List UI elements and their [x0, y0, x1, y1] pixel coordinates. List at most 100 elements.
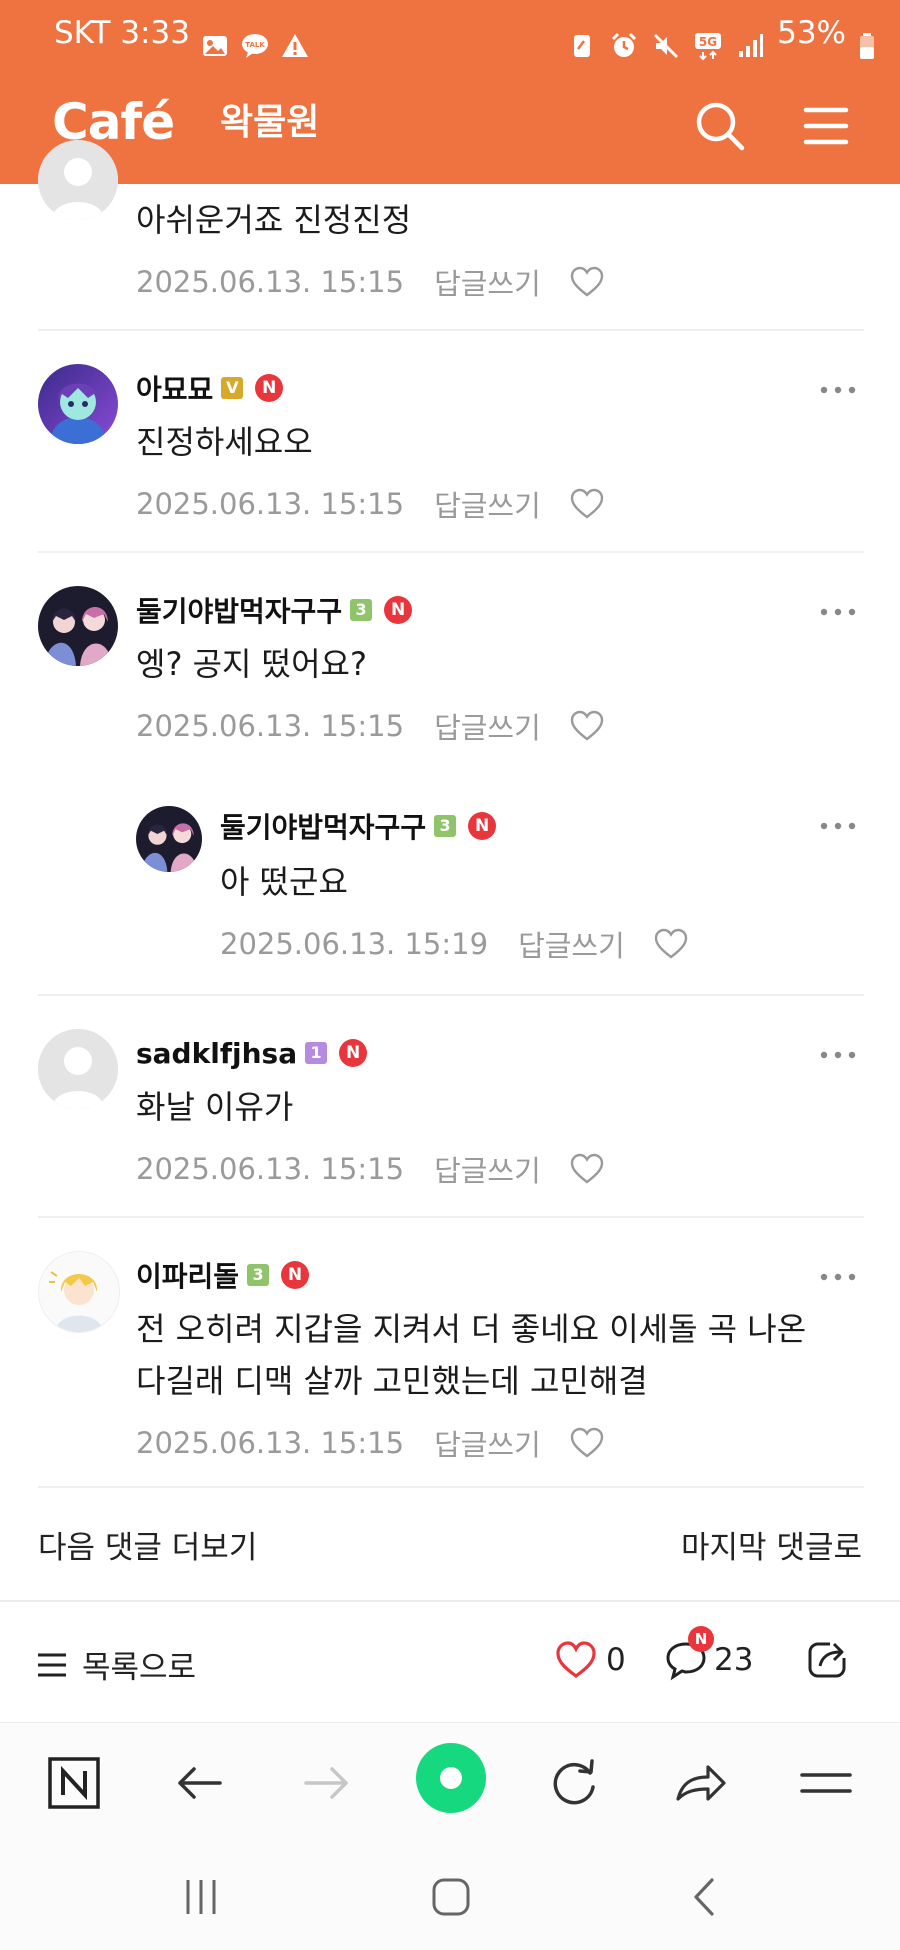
last-comment-button[interactable]: 마지막 댓글로 — [681, 1522, 862, 1567]
comment-text: 진정하세요오 — [136, 423, 313, 461]
share-button[interactable] — [670, 1753, 730, 1813]
search-icon — [696, 102, 745, 151]
level-badge: 3 — [434, 815, 457, 837]
green-dot-button[interactable] — [416, 1743, 486, 1813]
like-button[interactable] — [569, 486, 605, 522]
home-button[interactable] — [426, 1872, 476, 1922]
default-avatar-icon — [38, 140, 118, 220]
reply-button[interactable]: 답글쓰기 — [434, 1148, 541, 1190]
new-badge: N — [468, 812, 497, 840]
nickname[interactable]: 둘기야밥먹자구구 — [220, 806, 426, 846]
like-button[interactable] — [569, 264, 605, 300]
comment-header: 둘기야밥먹자구구 3 N — [136, 590, 413, 630]
5g-icon: 5G — [693, 18, 723, 61]
reply-button[interactable]: 답글쓰기 — [434, 261, 541, 303]
level-badge: V — [221, 377, 244, 399]
anime-avatar-icon — [38, 364, 118, 444]
browser-toolbar — [0, 1722, 900, 1843]
more-options-button[interactable] — [818, 816, 858, 836]
status-bar: SKT 3:33 TALK 5G 53% — [0, 0, 900, 66]
comment-meta: 2025.06.13. 15:15 답글쓰기 — [136, 484, 605, 524]
recent-apps-button[interactable] — [176, 1872, 226, 1922]
warning-icon — [280, 18, 310, 57]
forward-button[interactable] — [296, 1753, 356, 1813]
naver-home-button[interactable] — [44, 1753, 104, 1813]
search-button[interactable] — [694, 100, 746, 152]
forward-icon — [304, 1767, 348, 1799]
avatar[interactable] — [38, 1029, 118, 1109]
reply-button[interactable]: 답글쓰기 — [434, 483, 541, 525]
level-badge: 3 — [247, 1264, 270, 1286]
like-article-button[interactable]: 0 — [554, 1638, 626, 1682]
heart-icon — [570, 1427, 603, 1458]
avatar[interactable] — [38, 140, 118, 220]
more-options-button[interactable] — [818, 380, 858, 400]
top-app-bar: SKT 3:33 TALK 5G 53% Café 왁물원 — [0, 0, 900, 184]
back-button[interactable] — [170, 1753, 230, 1813]
more-options-button[interactable] — [818, 1267, 858, 1287]
comment-date: 2025.06.13. 15:15 — [136, 709, 405, 743]
reply-button[interactable]: 답글쓰기 — [518, 923, 625, 965]
like-button[interactable] — [569, 708, 605, 744]
more-comments-button[interactable]: 다음 댓글 더보기 — [38, 1522, 257, 1567]
cafe-name[interactable]: 왁물원 — [220, 98, 319, 148]
system-back-button[interactable] — [680, 1872, 730, 1922]
new-badge: N — [688, 1626, 714, 1652]
share-arrow-icon — [676, 1765, 726, 1801]
refresh-icon — [553, 1759, 595, 1805]
share-article-button[interactable] — [806, 1636, 850, 1684]
divider — [38, 1486, 864, 1488]
new-badge: N — [281, 1261, 310, 1289]
refresh-button[interactable] — [544, 1753, 604, 1813]
signal-icon — [735, 18, 765, 57]
new-badge: N — [339, 1039, 368, 1067]
mute-icon — [651, 18, 681, 59]
comment-count: 23 — [714, 1642, 754, 1678]
nickname[interactable]: 둘기야밥먹자구구 — [136, 590, 342, 630]
avatar[interactable] — [38, 1251, 120, 1333]
divider — [38, 994, 864, 996]
menu-button[interactable] — [800, 100, 852, 152]
browser-menu-button[interactable] — [796, 1753, 856, 1813]
hamburger-icon — [803, 107, 849, 145]
comment-text: 아 떴군요 — [220, 863, 348, 901]
heart-icon — [570, 1153, 603, 1184]
comment-date: 2025.06.13. 15:15 — [136, 1152, 405, 1186]
battery-icon — [858, 18, 876, 59]
nickname[interactable]: sadklfjhsa — [136, 1037, 297, 1070]
share-icon — [808, 1638, 850, 1678]
avatar[interactable] — [38, 364, 118, 444]
comment-count-button[interactable]: N 23 — [664, 1626, 754, 1682]
new-badge: N — [384, 596, 413, 624]
comment-meta: 2025.06.13. 15:19 답글쓰기 — [220, 924, 689, 964]
divider — [0, 1600, 900, 1602]
comment-text: 화날 이유가 — [136, 1088, 294, 1126]
more-options-button[interactable] — [818, 1045, 858, 1065]
like-count: 0 — [606, 1642, 626, 1678]
recent-apps-icon — [186, 1880, 216, 1914]
chevron-left-icon — [694, 1878, 714, 1916]
heart-icon — [570, 710, 603, 741]
avatar[interactable] — [136, 806, 202, 872]
more-dots-icon — [820, 386, 856, 394]
back-to-list-button[interactable]: 목록으로 — [36, 1642, 196, 1687]
nickname[interactable]: 이파리돌 — [136, 1255, 239, 1295]
divider — [38, 1216, 864, 1218]
comment-text-line: 전 오히려 지갑을 지켜서 더 좋네요 이세돌 곡 나온 — [136, 1310, 807, 1348]
more-dots-icon — [820, 822, 856, 830]
more-dots-icon — [820, 1051, 856, 1059]
naver-home-icon — [48, 1757, 100, 1809]
like-button[interactable] — [569, 1425, 605, 1461]
article-action-bar: 목록으로 0 N 23 — [0, 1604, 900, 1720]
like-button[interactable] — [569, 1151, 605, 1187]
reply-button[interactable]: 답글쓰기 — [434, 1422, 541, 1464]
heart-icon — [654, 928, 687, 959]
svg-text:TALK: TALK — [245, 41, 265, 49]
more-dots-icon — [820, 608, 856, 616]
nickname[interactable]: 아묘묘 — [136, 368, 213, 408]
more-options-button[interactable] — [818, 602, 858, 622]
like-button[interactable] — [653, 926, 689, 962]
reply-button[interactable]: 답글쓰기 — [434, 705, 541, 747]
avatar[interactable] — [38, 586, 118, 666]
comment-date: 2025.06.13. 15:15 — [136, 1426, 405, 1460]
